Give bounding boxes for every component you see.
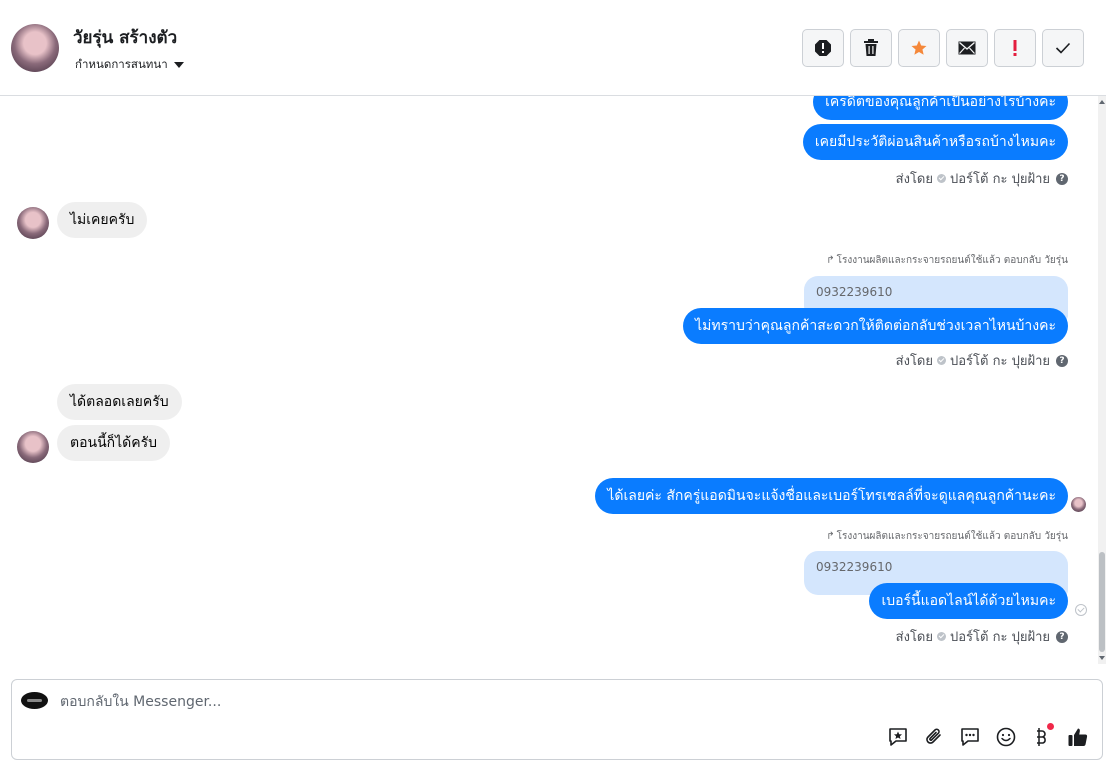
sender-name: ปอร์โต้ กะ ปุยฝ้าย bbox=[950, 172, 1050, 187]
sent-by-label: ส่งโดย bbox=[895, 630, 933, 645]
sender-name: ปอร์โต้ กะ ปุยฝ้าย bbox=[950, 354, 1050, 369]
caret-down-icon bbox=[173, 62, 184, 68]
incoming-message[interactable]: ได้ตลอดเลยครับ bbox=[57, 384, 182, 420]
outgoing-message[interactable]: เครดิตของคุณลูกค้าเป็นอย่างไรบ้างคะ bbox=[813, 96, 1068, 120]
sent-by-label: ส่งโดย bbox=[895, 354, 933, 369]
contact-avatar bbox=[17, 431, 49, 463]
scroll-thumb[interactable] bbox=[1099, 552, 1105, 652]
emoji-icon bbox=[996, 727, 1016, 747]
thread-scrollbar[interactable] bbox=[1098, 96, 1106, 664]
chat-bubble-icon bbox=[961, 728, 979, 746]
help-icon[interactable]: ? bbox=[1056, 630, 1068, 643]
check-icon bbox=[1055, 42, 1071, 54]
contact-avatar bbox=[17, 207, 49, 239]
reply-arrow-icon: ↱ bbox=[826, 255, 835, 266]
message-thread[interactable]: เครดิตของคุณลูกค้าเป็นอย่างไรบ้างคะ เคยม… bbox=[0, 96, 1098, 664]
spam-icon bbox=[815, 40, 831, 56]
page-avatar bbox=[21, 692, 48, 709]
saved-reply-icon bbox=[889, 728, 907, 746]
follow-up-button[interactable] bbox=[994, 29, 1036, 67]
reply-context: ↱ โรงงานผลิตและกระจายรถยนต์ใช้แล้ว ตอบกล… bbox=[826, 529, 1068, 544]
star-button[interactable] bbox=[898, 29, 940, 67]
outgoing-message[interactable]: เบอร์นี้แอดไลน์ได้ด้วยไหมคะ bbox=[869, 583, 1068, 619]
sender-name: ปอร์โต้ กะ ปุยฝ้าย bbox=[950, 630, 1050, 645]
trash-icon bbox=[864, 39, 878, 56]
attachment-icon bbox=[926, 728, 941, 744]
conversation-toolbar bbox=[802, 29, 1084, 67]
help-icon[interactable]: ? bbox=[1056, 354, 1068, 367]
attach-button[interactable] bbox=[922, 725, 946, 749]
sent-by-label: ส่งโดย bbox=[895, 172, 933, 187]
composer-toolbar bbox=[886, 723, 1090, 749]
outgoing-message[interactable]: เคยมีประวัติผ่อนสินค้าหรือรถบ้างไหมคะ bbox=[802, 124, 1068, 160]
sent-by-meta: ส่งโดย ปอร์โต้ กะ ปุยฝ้าย ? bbox=[896, 626, 1068, 647]
mark-unread-button[interactable] bbox=[946, 29, 988, 67]
verified-check-icon bbox=[937, 632, 946, 641]
assign-conversation-dropdown[interactable]: กำหนดการสนทนา bbox=[75, 56, 184, 74]
reply-context-text: โรงงานผลิตและกระจายรถยนต์ใช้แล้ว ตอบกลับ… bbox=[836, 531, 1068, 542]
assign-label: กำหนดการสนทนา bbox=[75, 57, 168, 71]
thumbs-up-icon bbox=[1068, 728, 1088, 746]
reply-input[interactable] bbox=[60, 692, 960, 712]
outgoing-message[interactable]: ได้เลยค่ะ สักครู่แอดมินจะแจ้งชื่อและเบอร… bbox=[595, 478, 1068, 514]
reply-context-text: โรงงานผลิตและกระจายรถยนต์ใช้แล้ว ตอบกลับ… bbox=[836, 255, 1068, 266]
emoji-button[interactable] bbox=[994, 725, 1018, 749]
verified-check-icon bbox=[937, 356, 946, 365]
message-composer bbox=[11, 679, 1103, 760]
payment-button[interactable] bbox=[1030, 723, 1054, 749]
quick-reply-button[interactable] bbox=[958, 725, 982, 749]
help-icon[interactable]: ? bbox=[1056, 172, 1068, 185]
scroll-down-icon[interactable] bbox=[1099, 656, 1105, 660]
seen-avatar bbox=[1071, 497, 1086, 512]
verified-check-icon bbox=[937, 174, 946, 183]
scroll-up-icon[interactable] bbox=[1099, 100, 1105, 104]
sent-by-meta: ส่งโดย ปอร์โต้ กะ ปุยฝ้าย ? bbox=[896, 350, 1068, 371]
reply-context: ↱ โรงงานผลิตและกระจายรถยนต์ใช้แล้ว ตอบกล… bbox=[826, 253, 1068, 268]
contact-name[interactable]: วัยรุ่น สร้างตัว bbox=[73, 24, 177, 51]
send-like-button[interactable] bbox=[1066, 725, 1090, 749]
outgoing-message[interactable]: ไม่ทราบว่าคุณลูกค้าสะดวกให้ติดต่อกลับช่ว… bbox=[683, 308, 1068, 344]
delete-button[interactable] bbox=[850, 29, 892, 67]
baht-icon bbox=[1037, 728, 1046, 746]
reply-arrow-icon: ↱ bbox=[826, 531, 835, 542]
star-icon bbox=[911, 40, 927, 55]
incoming-message[interactable]: ตอนนี้ก็ได้ครับ bbox=[57, 425, 171, 461]
conversation-header: วัยรุ่น สร้างตัว กำหนดการสนทนา bbox=[0, 0, 1106, 96]
contact-avatar[interactable] bbox=[11, 24, 59, 72]
envelope-icon bbox=[958, 41, 976, 55]
delivered-status-icon bbox=[1075, 604, 1087, 616]
sent-by-meta: ส่งโดย ปอร์โต้ กะ ปุยฝ้าย ? bbox=[896, 168, 1068, 189]
mark-done-button[interactable] bbox=[1042, 29, 1084, 67]
mark-spam-button[interactable] bbox=[802, 29, 844, 67]
incoming-message[interactable]: ไม่เคยครับ bbox=[57, 202, 148, 238]
exclamation-icon bbox=[1013, 40, 1017, 56]
notification-dot bbox=[1047, 723, 1054, 730]
saved-replies-button[interactable] bbox=[886, 725, 910, 749]
